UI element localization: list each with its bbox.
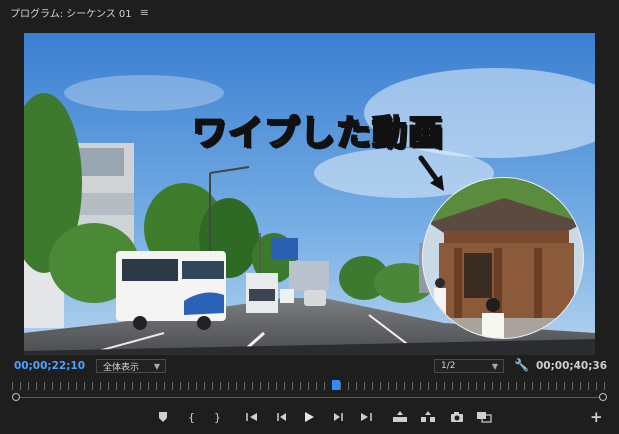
- program-monitor-viewer[interactable]: ワイプした動画: [24, 33, 595, 355]
- ruler-ticks: [12, 382, 607, 390]
- lift-icon[interactable]: [392, 408, 408, 426]
- time-ruler[interactable]: [12, 378, 607, 392]
- panel-header: プログラム: シーケンス 01 ≡: [0, 0, 619, 24]
- zoom-level-value: 全体表示: [103, 362, 140, 373]
- step-back-icon[interactable]: [276, 408, 288, 426]
- hamburger-icon[interactable]: ≡: [140, 6, 149, 19]
- wrench-icon[interactable]: 🔧: [514, 358, 529, 372]
- extract-icon[interactable]: [420, 408, 436, 426]
- video-frame: [24, 33, 595, 355]
- mark-out-icon[interactable]: }: [214, 408, 221, 426]
- chevron-down-icon: ▼: [491, 361, 498, 371]
- playback-resolution-select[interactable]: 1/2 ▼: [434, 359, 504, 373]
- play-icon[interactable]: [303, 408, 315, 426]
- compare-view-icon[interactable]: [476, 408, 492, 426]
- zoom-scrollbar[interactable]: [12, 392, 607, 404]
- go-to-in-icon[interactable]: [246, 408, 260, 426]
- add-button-icon[interactable]: +: [590, 408, 603, 426]
- marker-icon[interactable]: [158, 408, 168, 426]
- scrollbar-left-handle[interactable]: [12, 393, 20, 401]
- transport-controls: { } +: [0, 406, 619, 428]
- playhead[interactable]: [332, 380, 340, 390]
- go-to-out-icon[interactable]: [358, 408, 372, 426]
- overlay-caption: ワイプした動画: [191, 113, 445, 155]
- panel-title[interactable]: プログラム: シーケンス 01: [10, 5, 132, 20]
- scrollbar-track: [16, 397, 603, 398]
- chevron-down-icon: ▼: [153, 361, 160, 371]
- monitor-controls-row: 00;00;22;10 全体表示 ▼ 1/2 ▼ 🔧 00;00;40;36: [0, 356, 619, 376]
- mark-in-icon[interactable]: {: [188, 408, 195, 426]
- resolution-value: 1/2: [441, 361, 456, 371]
- export-frame-icon[interactable]: [450, 408, 464, 426]
- zoom-level-select[interactable]: 全体表示 ▼: [96, 359, 166, 373]
- duration-timecode: 00;00;40;36: [536, 360, 608, 372]
- step-forward-icon[interactable]: [332, 408, 344, 426]
- current-timecode[interactable]: 00;00;22;10: [14, 360, 85, 372]
- scrollbar-right-handle[interactable]: [599, 393, 607, 401]
